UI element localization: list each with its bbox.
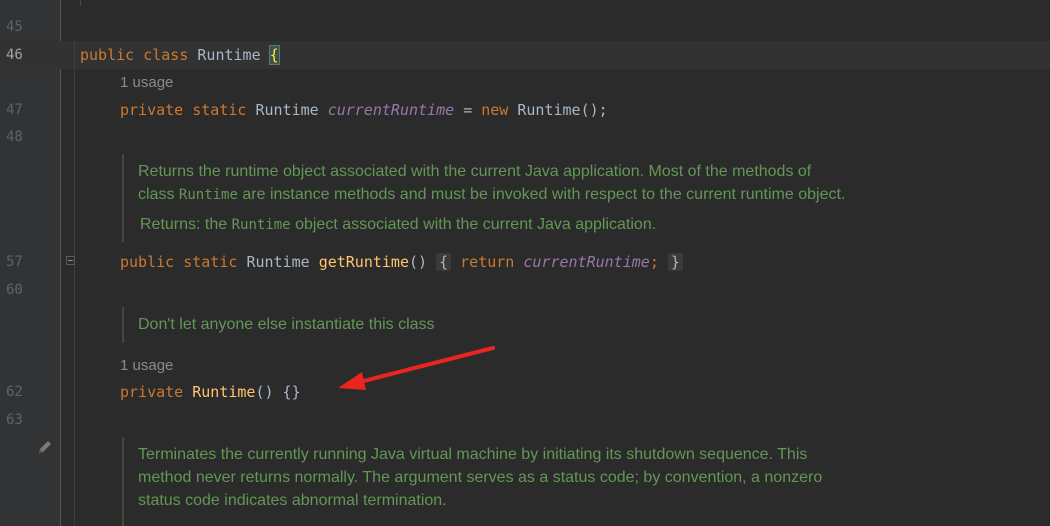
- doc-text: Don't let anyone else instantiate this c…: [138, 316, 435, 333]
- keyword: public: [80, 46, 135, 64]
- javadoc-block: Terminates the currently running Java vi…: [122, 437, 958, 526]
- keyword: private: [120, 101, 184, 119]
- doc-returns: Returns: the Runtime object associated w…: [138, 213, 938, 237]
- doc-text: object associated with the current Java …: [290, 216, 657, 233]
- usage-hint[interactable]: 1 usage: [120, 74, 173, 91]
- keyword: new: [481, 101, 509, 119]
- keyword: private: [120, 383, 184, 401]
- folded-brace-open[interactable]: {: [436, 253, 452, 271]
- operator: =: [463, 101, 473, 119]
- semicolon: ;: [649, 253, 659, 271]
- keyword: class: [143, 46, 189, 64]
- javadoc-block: Returns the runtime object associated wi…: [122, 154, 938, 242]
- fold-collapse-icon[interactable]: [66, 256, 75, 265]
- doc-text: Returns the runtime object associated wi…: [138, 163, 812, 180]
- field-name: currentRuntime: [523, 253, 650, 271]
- type-name: Runtime: [246, 253, 310, 271]
- code-line-47[interactable]: private static Runtime currentRuntime = …: [120, 100, 608, 120]
- keyword: return: [460, 253, 515, 271]
- method-name: getRuntime: [318, 253, 409, 271]
- doc-text: Returns: the: [140, 216, 232, 233]
- constructor-name: Runtime: [192, 383, 256, 401]
- doc-text: method never returns normally. The argum…: [138, 469, 823, 486]
- doc-text: Terminates the currently running Java vi…: [138, 446, 808, 463]
- class-name: Runtime: [197, 46, 261, 64]
- field-name: currentRuntime: [327, 101, 455, 119]
- type-name: Runtime: [255, 101, 319, 119]
- folded-brace-close[interactable]: }: [667, 253, 683, 271]
- line-number: 47: [6, 102, 23, 118]
- keyword: static: [183, 253, 238, 271]
- doc-text: are instance methods and must be invoked…: [237, 186, 846, 203]
- doc-code: Runtime: [231, 217, 291, 233]
- doc-text: class: [138, 186, 179, 203]
- constructor-body: () {}: [255, 383, 301, 401]
- javadoc-block: Don't let anyone else instantiate this c…: [122, 307, 738, 343]
- line-number: 57: [6, 254, 23, 270]
- line-number: 63: [6, 412, 23, 428]
- usage-hint[interactable]: 1 usage: [120, 357, 173, 374]
- keyword: public: [120, 253, 175, 271]
- indent-guide: [74, 40, 75, 526]
- doc-code: Runtime: [178, 187, 238, 203]
- line-number: 45: [6, 19, 23, 35]
- annotation-arrow-icon: [338, 346, 495, 390]
- matched-brace: {: [268, 45, 280, 65]
- code-editor[interactable]: 45 46 47 48 57 60 62 63 public class Run…: [0, 0, 1050, 526]
- indent-guide-top: [80, 0, 81, 6]
- line-number-current: 46: [6, 47, 23, 63]
- parens: (): [409, 253, 428, 271]
- doc-text-line: class Runtime are instance methods and m…: [138, 183, 938, 207]
- doc-text: status code indicates abnormal terminati…: [138, 492, 447, 509]
- constructor-call: Runtime();: [517, 101, 608, 119]
- pencil-icon[interactable]: [36, 438, 54, 456]
- keyword: static: [192, 101, 247, 119]
- line-number: 62: [6, 384, 23, 400]
- code-line-57[interactable]: public static Runtime getRuntime() { ret…: [120, 252, 683, 272]
- line-number: 48: [6, 129, 23, 145]
- line-number: 60: [6, 282, 23, 298]
- code-line-46[interactable]: public class Runtime {: [80, 45, 280, 65]
- code-line-62[interactable]: private Runtime() {}: [120, 382, 301, 402]
